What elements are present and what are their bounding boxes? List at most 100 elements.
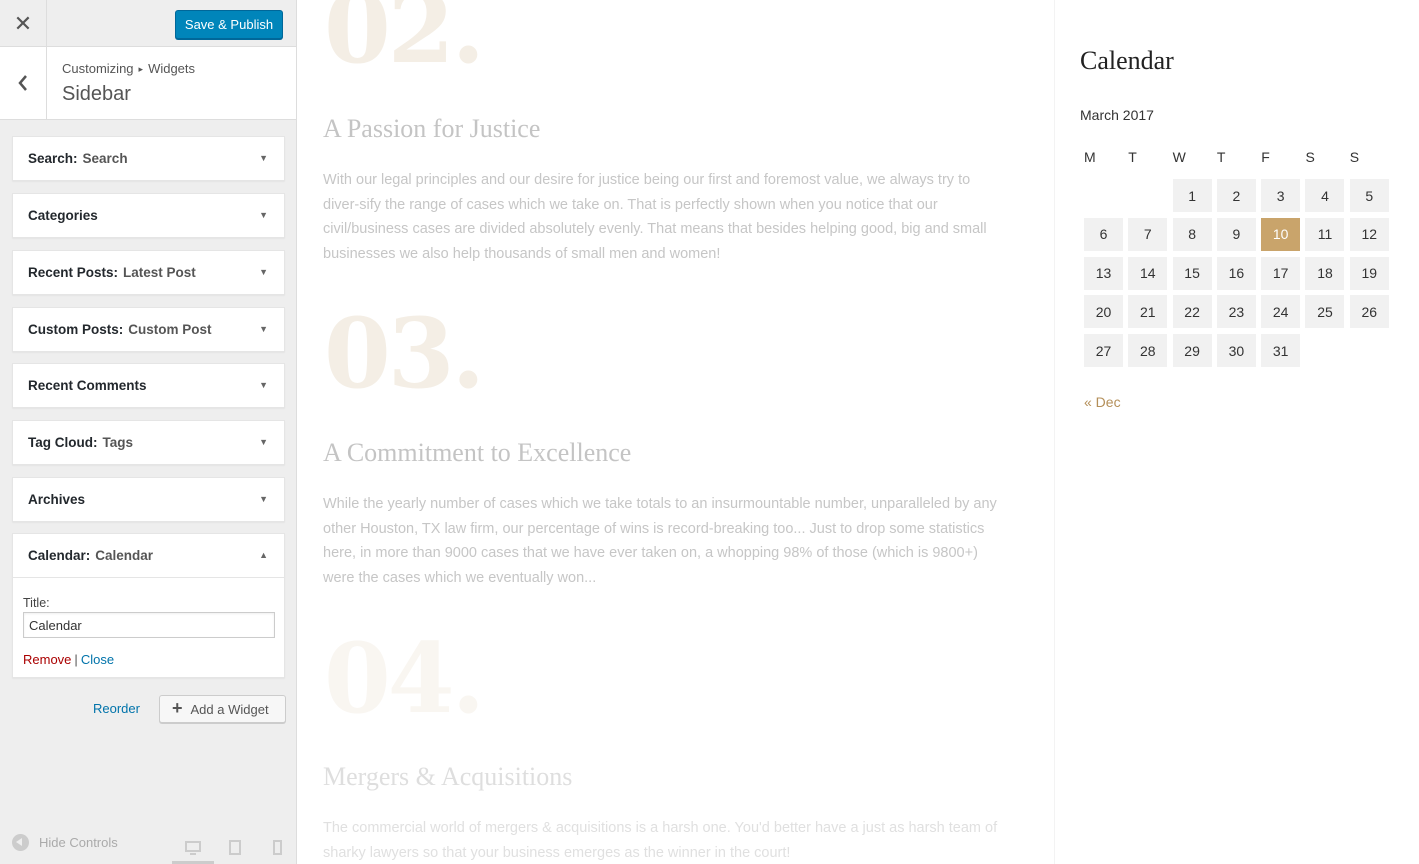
desktop-preview-button[interactable] xyxy=(172,831,214,864)
save-publish-button[interactable]: Save & Publish xyxy=(175,10,283,39)
calendar-day[interactable]: 14 xyxy=(1128,256,1168,290)
add-widget-label: Add a Widget xyxy=(190,701,269,717)
customizer-footer: Hide Controls xyxy=(0,822,297,864)
widget-header[interactable]: Recent Posts: Latest Post ▼ xyxy=(13,251,284,294)
calendar-weekdays: M T W T F S S xyxy=(1082,149,1392,165)
calendar-day[interactable]: 29 xyxy=(1172,334,1212,368)
widget-tag-cloud: Tag Cloud: Tags ▼ xyxy=(12,420,285,465)
title-input[interactable] xyxy=(23,612,275,638)
calendar-day[interactable]: 21 xyxy=(1128,295,1168,329)
hide-controls-button[interactable]: Hide Controls xyxy=(12,834,118,851)
breadcrumb-separator: ▸ xyxy=(138,64,144,74)
widget-header[interactable]: Custom Posts: Custom Post ▼ xyxy=(13,308,284,351)
widget-recent-comments: Recent Comments ▼ xyxy=(12,363,285,408)
calendar-day[interactable]: 23 xyxy=(1216,295,1256,329)
widget-search: Search: Search ▼ xyxy=(12,136,285,181)
add-widget-button[interactable]: + Add a Widget xyxy=(159,695,286,723)
tablet-preview-button[interactable] xyxy=(214,831,256,864)
calendar-day[interactable]: 25 xyxy=(1305,295,1345,329)
section-number: 04. xyxy=(324,622,485,735)
widget-header[interactable]: Archives ▼ xyxy=(13,478,284,521)
weekday-label: T xyxy=(1216,149,1226,165)
back-button[interactable] xyxy=(0,47,47,119)
calendar-caption: March 2017 xyxy=(1080,107,1154,123)
section-number: 02. xyxy=(324,0,485,85)
widget-title: Search xyxy=(82,151,128,166)
widget-custom-posts: Custom Posts: Custom Post ▼ xyxy=(12,307,285,352)
calendar-day[interactable]: 2 xyxy=(1216,179,1256,212)
mobile-icon xyxy=(272,840,282,855)
calendar-day[interactable]: 18 xyxy=(1305,256,1345,290)
calendar-day[interactable]: 20 xyxy=(1084,295,1123,329)
calendar-day[interactable]: 19 xyxy=(1349,256,1389,290)
weekday-label: T xyxy=(1128,149,1137,165)
calendar-day[interactable]: 4 xyxy=(1305,179,1345,212)
widget-name: Search: xyxy=(28,151,78,166)
calendar-day[interactable]: 1 xyxy=(1172,179,1212,212)
widget-calendar: Calendar: Calendar ▲ Title: Remove|Close xyxy=(12,533,285,678)
remove-link[interactable]: Remove xyxy=(23,652,71,667)
calendar-day[interactable]: 24 xyxy=(1261,295,1301,329)
calendar-day[interactable]: 9 xyxy=(1216,217,1256,251)
column-divider xyxy=(1054,0,1055,864)
link-separator: | xyxy=(74,652,78,667)
widget-controls: Remove | Close xyxy=(23,652,274,667)
calendar-widget-title: Calendar xyxy=(1080,46,1174,75)
widget-header[interactable]: Recent Comments ▼ xyxy=(13,364,284,407)
section-title-area: Customizing ▸ Widgets Sidebar xyxy=(0,47,296,120)
calendar-day[interactable]: 17 xyxy=(1261,256,1301,290)
customizer-header: ✕ Save & Publish xyxy=(0,0,296,47)
calendar-day[interactable]: 11 xyxy=(1305,217,1345,251)
close-link[interactable]: Close xyxy=(81,652,114,667)
widget-title: Custom Post xyxy=(128,322,212,337)
previous-month-link[interactable]: « Dec xyxy=(1084,394,1121,410)
calendar-day[interactable]: 6 xyxy=(1084,217,1123,251)
chevron-up-icon: ▲ xyxy=(259,550,268,560)
section-heading: A Commitment to Excellence xyxy=(323,438,632,467)
customizer-sidebar: ✕ Save & Publish Customizing ▸ Widgets Sid… xyxy=(0,0,297,864)
widget-name: Calendar: xyxy=(28,548,91,563)
calendar-day[interactable]: 15 xyxy=(1172,256,1212,290)
mobile-preview-button[interactable] xyxy=(256,831,298,864)
calendar-day-today[interactable]: 10 xyxy=(1261,217,1301,251)
widget-name: Custom Posts: xyxy=(28,322,124,337)
widget-header[interactable]: Categories ▼ xyxy=(13,194,284,237)
widget-header[interactable]: Search: Search ▼ xyxy=(13,137,284,180)
weekday-label: S xyxy=(1305,149,1315,165)
calendar-day[interactable]: 16 xyxy=(1216,256,1256,290)
breadcrumb: Customizing ▸ Widgets xyxy=(62,61,195,76)
section-heading: Mergers & Acquisitions xyxy=(323,762,573,791)
weekday-label: S xyxy=(1349,149,1360,165)
calendar-day[interactable]: 5 xyxy=(1349,179,1389,212)
calendar-day[interactable]: 30 xyxy=(1216,334,1256,368)
close-customizer-button[interactable]: ✕ xyxy=(0,0,47,47)
calendar-day[interactable]: 3 xyxy=(1261,179,1301,212)
widget-header[interactable]: Calendar: Calendar ▲ xyxy=(13,534,284,577)
widget-name: Categories xyxy=(28,208,98,223)
collapse-arrow-icon xyxy=(12,834,29,851)
widget-categories: Categories ▼ xyxy=(12,193,285,238)
chevron-down-icon: ▼ xyxy=(259,380,268,390)
calendar-day[interactable]: 27 xyxy=(1084,334,1123,368)
calendar-day[interactable]: 8 xyxy=(1172,217,1212,251)
tablet-icon xyxy=(229,840,241,855)
widget-name: Recent Comments xyxy=(28,378,147,393)
chevron-down-icon: ▼ xyxy=(259,437,268,447)
calendar-day[interactable]: 7 xyxy=(1128,217,1168,251)
calendar-day[interactable]: 26 xyxy=(1349,295,1389,329)
widget-title: Calendar xyxy=(95,548,154,563)
widget-header[interactable]: Tag Cloud: Tags ▼ xyxy=(13,421,284,464)
calendar-grid: 1 2 3 4 5 6 7 8 9 10 11 12 13 14 15 16 17 18 19 20 21 22 23 24 2… xyxy=(1084,179,1389,368)
calendar-day[interactable]: 28 xyxy=(1128,334,1168,368)
calendar-blank-cell xyxy=(1128,179,1167,212)
reorder-link[interactable]: Reorder xyxy=(93,701,140,716)
chevron-down-icon: ▼ xyxy=(259,210,268,220)
widget-title: Tags xyxy=(102,435,133,450)
section-title: Sidebar xyxy=(62,83,131,105)
calendar-day[interactable]: 12 xyxy=(1349,217,1389,251)
widget-archives: Archives ▼ xyxy=(12,477,285,522)
desktop-icon xyxy=(185,840,201,855)
calendar-day[interactable]: 31 xyxy=(1261,334,1301,368)
calendar-day[interactable]: 13 xyxy=(1084,256,1123,290)
calendar-day[interactable]: 22 xyxy=(1172,295,1212,329)
